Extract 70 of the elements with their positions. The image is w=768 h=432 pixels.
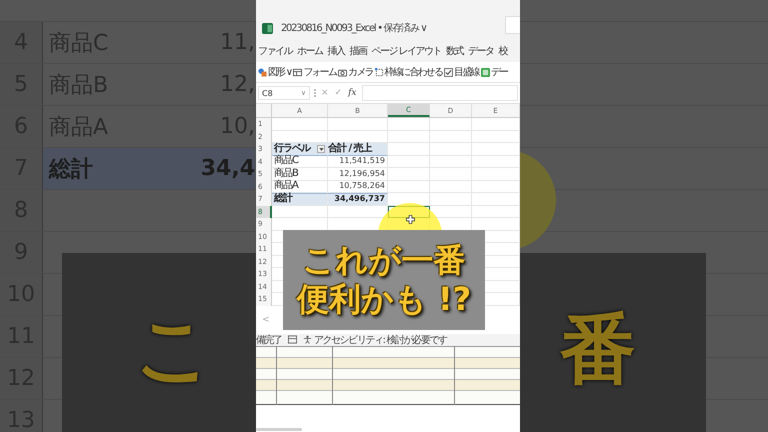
table-cell (472, 180, 520, 193)
camera-icon (338, 68, 348, 76)
table-cell (472, 168, 520, 180)
toolbar-button[interactable]: 図形 ∨ (258, 65, 292, 79)
table-cell (472, 206, 520, 218)
table-cell: 34,4 (193, 148, 255, 189)
table-cell (430, 193, 472, 206)
table-cell (472, 143, 520, 156)
table-cell: 合計 / 売上 (328, 143, 388, 156)
table-cell (388, 156, 430, 168)
table-cell (430, 168, 472, 180)
table-cell: 商品C (272, 156, 328, 168)
insert-function-button[interactable]: fx (347, 88, 358, 98)
table-cell (388, 143, 430, 156)
menu-tab[interactable]: ファイル (258, 44, 292, 58)
menu-tab[interactable]: ページ レイアウト (372, 44, 442, 58)
status-text: 備完了 (256, 334, 282, 346)
search-field[interactable] (505, 16, 520, 34)
status-text: アクセシビリティ: 検討が必要です (314, 334, 447, 346)
table-cell: 行ラベル (272, 143, 328, 156)
checkbox[interactable] (444, 68, 454, 76)
grid-snap-icon (374, 68, 384, 76)
table-cell (430, 180, 472, 193)
formula-input[interactable] (362, 85, 518, 101)
menu-tab[interactable]: 挿入 (328, 44, 344, 58)
table-cell: 12,196,954 (328, 168, 388, 180)
table-cell (472, 193, 520, 206)
table-cell: 総計 (43, 148, 193, 189)
window-title: 20230816_N0093_Excel • 保存済み ∨ (281, 23, 426, 34)
table-cell (272, 206, 328, 218)
table-cell (328, 118, 388, 130)
form-icon (293, 68, 302, 76)
table-cell (430, 156, 472, 168)
menu-tab[interactable]: 数式 (446, 44, 464, 58)
toolbar-button[interactable]: フォーム (293, 65, 336, 79)
table-cell: 34,496,737 (328, 193, 388, 206)
table-cell (430, 130, 472, 143)
table-cell: 11,541,519 (328, 156, 388, 168)
table-cell (388, 130, 430, 143)
caption-text: これが一番 (302, 242, 466, 279)
table-cell (472, 156, 520, 168)
data-icon (480, 68, 490, 76)
toolbar-button[interactable]: 枠線に合わせる (374, 65, 442, 79)
cursor-icon (406, 215, 415, 224)
table-cell (472, 130, 520, 143)
caption-text: 番 (560, 311, 636, 387)
menu-tab[interactable]: 描画 (350, 44, 366, 58)
sheet-view-icon (288, 335, 297, 344)
toolbar-button[interactable]: カメラ (338, 65, 373, 79)
table-cell (430, 143, 472, 156)
table-cell (430, 118, 472, 130)
caption-text: 便利かも !? (296, 281, 472, 318)
table-cell (388, 168, 430, 180)
table-cell (472, 118, 520, 130)
table-cell (272, 118, 328, 130)
scrollbar[interactable] (256, 428, 302, 431)
table-cell: 総計 (272, 193, 328, 206)
shapes-icon (258, 68, 267, 76)
table-cell (388, 118, 430, 130)
toolbar-button[interactable]: デー (480, 65, 508, 79)
excel-logo-icon (262, 23, 273, 34)
menu-tab[interactable]: ホーム (297, 44, 322, 58)
caption-text: こ (135, 311, 213, 387)
toolbar-button[interactable]: 目盛線 (444, 65, 479, 79)
menu-tab[interactable]: データ (468, 44, 494, 58)
filter-dropdown-button[interactable] (317, 145, 325, 153)
menu-tab[interactable]: 校 (498, 44, 508, 58)
table-cell (388, 180, 430, 193)
accessibility-icon (302, 335, 312, 344)
table-cell: 商品B (272, 168, 328, 180)
